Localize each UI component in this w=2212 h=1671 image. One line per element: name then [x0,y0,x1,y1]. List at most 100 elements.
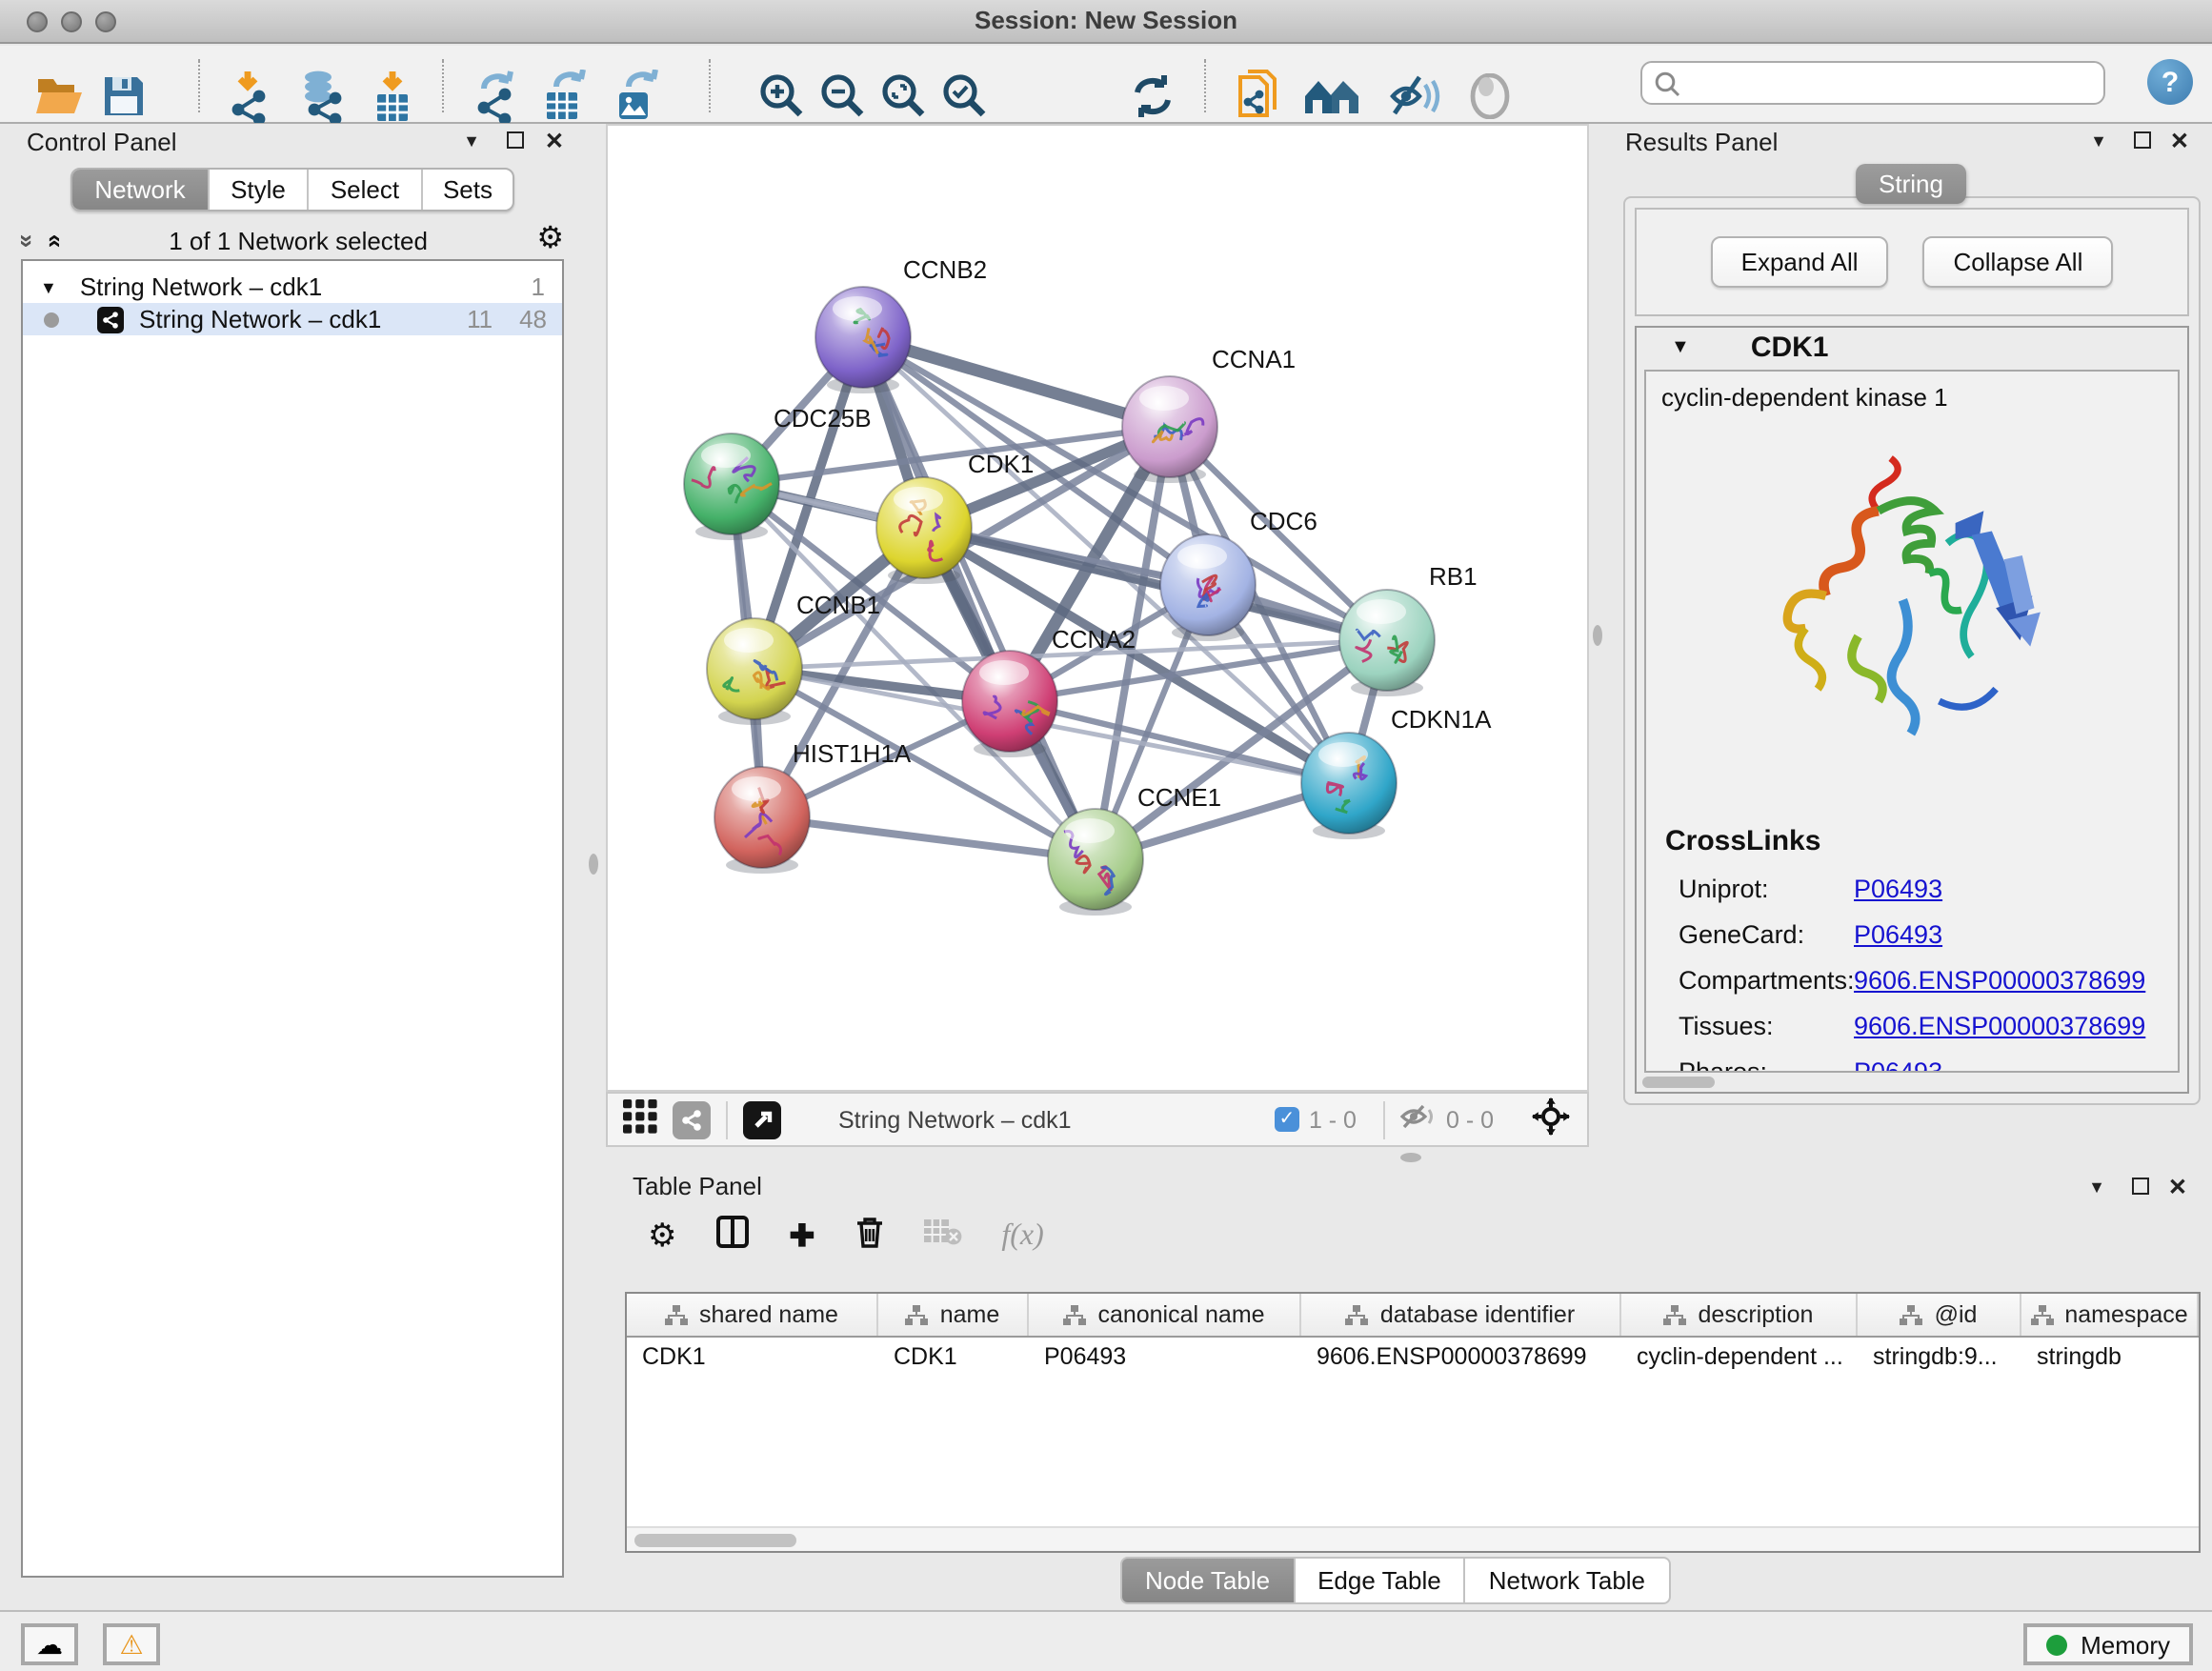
network-selection-status: 1 of 1 Network selected [60,226,536,254]
crosslink-link[interactable]: P06493 [1854,875,1942,903]
crosslink-link[interactable]: 9606.ENSP00000378699 [1854,1012,2145,1040]
tab-string[interactable]: String [1856,164,1966,204]
tab-network[interactable]: Network [72,170,210,210]
column-header[interactable]: namespace [2021,1294,2199,1336]
tab-style[interactable]: Style [210,170,309,210]
protein-details: cyclin-dependent kinase 1 [1644,370,2180,1073]
expand-all-button[interactable]: Expand All [1711,236,1889,288]
search-input[interactable] [1688,68,2092,98]
results-panel-close-icon[interactable]: ✕ [2170,128,2189,154]
left-splitter-handle[interactable] [589,854,598,875]
table-horizontal-scrollbar[interactable] [627,1526,2199,1551]
expand-all-networks-icon[interactable]: » [41,233,66,247]
network-collection-row[interactable]: ▼ String Network – cdk1 1 [23,271,562,303]
separator [1383,1100,1385,1138]
protein-collapse-icon[interactable]: ▼ [1671,337,1690,358]
graph-node-label: CDC6 [1250,507,1317,535]
table-row[interactable]: CDK1 CDK1 P06493 9606.ENSP00000378699 cy… [627,1338,2199,1378]
refresh-icon[interactable] [1128,71,1177,131]
control-panel-close-icon[interactable]: ✕ [545,128,564,154]
search-box[interactable] [1640,61,2105,105]
table-options-gear-icon[interactable]: ⚙ [648,1218,677,1256]
crosslink-label: Tissues: [1679,1012,1854,1040]
control-panel-collapse-icon[interactable]: ▼ [463,131,480,151]
fit-selected-crosshair-icon[interactable] [1532,1097,1570,1141]
collection-label: String Network – cdk1 [80,272,532,301]
horizontal-splitter-handle[interactable] [1400,1153,1421,1162]
window-title: Session: New Session [0,6,2212,34]
scrollbar-thumb[interactable] [634,1534,796,1547]
network-canvas[interactable]: CCNB2CCNA1CDC25BCDK1CDC6RB1CCNB1CCNA2CDK… [606,124,1589,1092]
graph-node-label: CDKN1A [1391,705,1492,734]
hide-graphics-details-icon[interactable] [1387,71,1440,131]
cell-canonical-name[interactable]: P06493 [1029,1338,1301,1378]
zoom-fit-icon[interactable] [880,72,928,130]
show-graphics-details-icon[interactable] [1467,73,1513,129]
column-header[interactable]: database identifier [1301,1294,1621,1336]
cloud-status-button[interactable]: ☁ [21,1623,78,1665]
results-panel-float-icon[interactable] [2134,131,2151,149]
crosslink-link[interactable]: P06493 [1854,1057,1942,1073]
tab-node-table[interactable]: Node Table [1120,1557,1295,1604]
tab-network-table[interactable]: Network Table [1466,1557,1670,1604]
graph-node-label: CCNA2 [1052,625,1136,654]
control-panel-float-icon[interactable] [507,131,524,149]
cell-description[interactable]: cyclin-dependent ... [1621,1338,1858,1378]
tab-edge-table[interactable]: Edge Table [1295,1557,1466,1604]
graph-node-label: CCNA1 [1212,345,1296,373]
cell-shared-name[interactable]: CDK1 [627,1338,878,1378]
table-panel-close-icon[interactable]: ✕ [2168,1174,2187,1200]
protein-description: cyclin-dependent kinase 1 [1646,372,2178,412]
column-header[interactable]: canonical name [1029,1294,1301,1336]
crosslink-label: Uniprot: [1679,875,1854,903]
protein-section-header[interactable]: ▼ CDK1 [1637,328,2187,368]
network-row[interactable]: String Network – cdk1 11 48 [23,303,562,335]
zoom-out-icon[interactable] [819,72,867,130]
graph-node-label: CCNE1 [1137,783,1221,812]
network-label: String Network – cdk1 [139,305,467,333]
cell-id[interactable]: stringdb:9... [1858,1338,2021,1378]
cell-namespace[interactable]: stringdb [2021,1338,2199,1378]
warnings-button[interactable]: ⚠ [103,1623,160,1665]
show-grid-icon[interactable] [623,1099,657,1139]
network-options-gear-icon[interactable]: ⚙ [536,225,564,255]
network-view-share-icon[interactable] [673,1100,711,1138]
tab-select[interactable]: Select [309,170,423,210]
help-button[interactable]: ? [2147,59,2193,105]
hidden-eye-icon[interactable] [1400,1103,1437,1136]
toolbar-separator [442,59,444,112]
crosslink-link[interactable]: P06493 [1854,920,1942,949]
column-header[interactable]: shared name [627,1294,878,1336]
collapse-all-networks-icon[interactable]: » [15,233,40,247]
cell-name[interactable]: CDK1 [878,1338,1029,1378]
tab-sets[interactable]: Sets [423,170,513,210]
crosslinks-section: CrossLinks Uniprot: P06493 GeneCard: P06… [1665,825,2178,1073]
zoom-in-icon[interactable] [758,72,806,130]
collapse-all-button[interactable]: Collapse All [1923,236,2114,288]
results-panel-collapse-icon[interactable]: ▼ [2090,131,2107,151]
collection-expand-icon[interactable]: ▼ [40,277,57,296]
cell-database-identifier[interactable]: 9606.ENSP00000378699 [1301,1338,1621,1378]
results-horizontal-scrollbar[interactable] [1642,1077,1715,1088]
birds-eye-homes-icon[interactable] [1303,73,1360,129]
column-header[interactable]: @id [1858,1294,2021,1336]
table-panel-title: Table Panel [633,1172,762,1200]
delete-column-icon[interactable] [855,1216,883,1258]
birds-eye-view-icon[interactable] [743,1100,781,1138]
zoom-selected-icon[interactable] [941,72,989,130]
open-session-icon[interactable] [34,73,86,129]
memory-label: Memory [2081,1630,2170,1659]
column-header[interactable]: name [878,1294,1029,1336]
column-header[interactable]: description [1621,1294,1858,1336]
create-column-icon[interactable]: ✚ [790,1218,815,1256]
table-panel-collapse-icon[interactable]: ▼ [2088,1178,2105,1197]
save-session-icon[interactable] [101,73,147,129]
delete-table-icon [923,1218,961,1256]
selected-checkbox-icon[interactable]: ✓ [1275,1107,1299,1132]
show-columns-icon[interactable] [717,1216,750,1258]
table-panel-float-icon[interactable] [2132,1178,2149,1195]
separator [726,1100,728,1138]
right-splitter-handle[interactable] [1593,625,1602,646]
memory-button[interactable]: Memory [2023,1623,2193,1665]
crosslink-link[interactable]: 9606.ENSP00000378699 [1854,966,2145,995]
